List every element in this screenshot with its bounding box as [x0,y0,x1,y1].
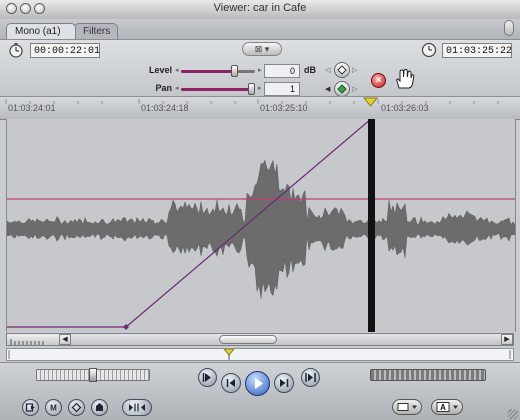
match-frame-icon [25,403,35,412]
stopwatch-icon [9,43,23,58]
tab-filters[interactable]: Filters [74,23,118,39]
keyframe-diamond-icon [337,65,347,75]
text-generator-icon: A [436,402,458,412]
tab-row: Filters Mono (a1) [0,19,520,39]
play-icon [255,378,263,389]
close-icon: × [375,75,382,86]
pan-keyframe-button[interactable] [334,81,350,97]
generator-menu-button[interactable]: A [431,399,463,415]
match-frame-button[interactable] [22,399,39,416]
playhead-line[interactable] [368,119,375,332]
title-bar[interactable]: Viewer: car in Cafe [0,0,520,20]
hand-icon[interactable] [393,68,415,90]
clock-icon [421,42,437,58]
viewer-window: Viewer: car in Cafe Filters Mono (a1) 00… [0,0,520,420]
svg-text:A: A [440,403,446,412]
ruler-tick-label: 01:03:26:03 [381,103,429,113]
level-slider-fill [181,70,235,73]
ruler-tick-label: 01:03:24:18 [141,103,189,113]
pan-label: Pan [155,83,172,93]
level-next-keyframe-icon[interactable]: ▷ [352,66,357,74]
level-keyframe-button[interactable] [334,62,350,78]
pan-slider-fill [181,88,252,91]
play-around-icon [305,373,316,382]
mark-out-button[interactable] [91,399,108,416]
keyframe-diamond-icon [71,402,82,413]
step-forward-icon [280,379,289,387]
step-back-button[interactable] [221,373,241,393]
level-value-field[interactable]: 0 [264,64,300,78]
mark-in-icon: M [50,404,57,413]
level-prev-keyframe-icon[interactable]: ◁ [325,66,330,74]
mark-in-button[interactable]: M [45,399,62,416]
shuttle-control[interactable] [370,369,486,381]
level-slider-thumb[interactable] [231,65,239,77]
scroll-right-button[interactable]: ▶ [501,334,513,345]
scrubber-bar[interactable] [6,348,514,361]
resize-grip-icon[interactable] [508,409,518,419]
view-options-button[interactable] [392,399,422,415]
level-decrease-icon[interactable]: ◂ [175,66,179,74]
tab-mono-a1[interactable]: Mono (a1) [6,23,76,39]
playhead-sync-button[interactable]: ⊠ ▾ [242,42,282,56]
duration-timecode[interactable]: 00:00:22:01 [30,43,100,58]
step-forward-button[interactable] [274,373,294,393]
level-label: Level [148,65,172,75]
add-keyframe-button[interactable] [68,399,85,416]
transport-controls: M A [0,362,520,420]
marker-icon [96,403,103,411]
zoom-slider[interactable] [7,334,60,345]
jog-knob[interactable] [89,368,97,382]
pan-slider[interactable] [181,83,256,95]
pan-increase-icon[interactable]: ▸ [258,84,262,92]
current-timecode[interactable]: 01:03:25:22 [442,43,512,58]
zoom-ticks-icon [10,339,44,345]
scroll-thumb[interactable] [219,335,277,344]
audio-controls-panel: 00:00:22:01 ⊠ ▾ 01:03:25:22 Level ◂ ▸ 0 … [0,39,520,97]
scrubber-canvas [8,349,511,360]
pan-prev-keyframe-icon[interactable]: ◀ [325,85,330,93]
play-button[interactable] [245,371,270,396]
pan-value-field[interactable]: 1 [264,82,300,96]
ruler-tick-label: 01:03:24:01 [8,103,56,113]
play-around-button[interactable] [301,368,320,387]
timeline-ruler[interactable]: 01:03:24:01 01:03:24:18 01:03:25:10 01:0… [0,96,520,120]
level-slider[interactable] [181,65,255,77]
play-in-to-out-icon [202,373,211,382]
step-back-icon [226,379,235,387]
pan-next-keyframe-icon[interactable]: ▷ [352,85,357,93]
view-options-icon [397,403,417,411]
jog-control[interactable] [36,368,150,382]
toolbar-toggle-button[interactable] [504,20,514,36]
window-title: Viewer: car in Cafe [213,2,307,14]
svg-text:M: M [50,404,57,413]
level-unit: dB [304,65,316,75]
pan-slider-thumb[interactable] [248,83,256,95]
horizontal-scrollbar[interactable]: ◀ ▶ [6,333,514,346]
keyframe-diamond-active-icon [337,84,347,94]
reset-button[interactable]: × [371,73,386,88]
playhead-marker[interactable] [362,97,379,107]
mark-clip-icon [129,403,145,412]
play-in-to-out-button[interactable] [198,368,217,387]
mark-clip-button[interactable] [122,399,152,416]
ruler-tick-label: 01:03:25:10 [260,103,308,113]
audio-waveform-area[interactable] [6,119,516,332]
level-increase-icon[interactable]: ▸ [258,66,262,74]
waveform-canvas [7,119,515,332]
pan-decrease-icon[interactable]: ◂ [175,84,179,92]
audio-waveform [7,159,515,299]
scroll-left-button[interactable]: ◀ [59,334,71,345]
